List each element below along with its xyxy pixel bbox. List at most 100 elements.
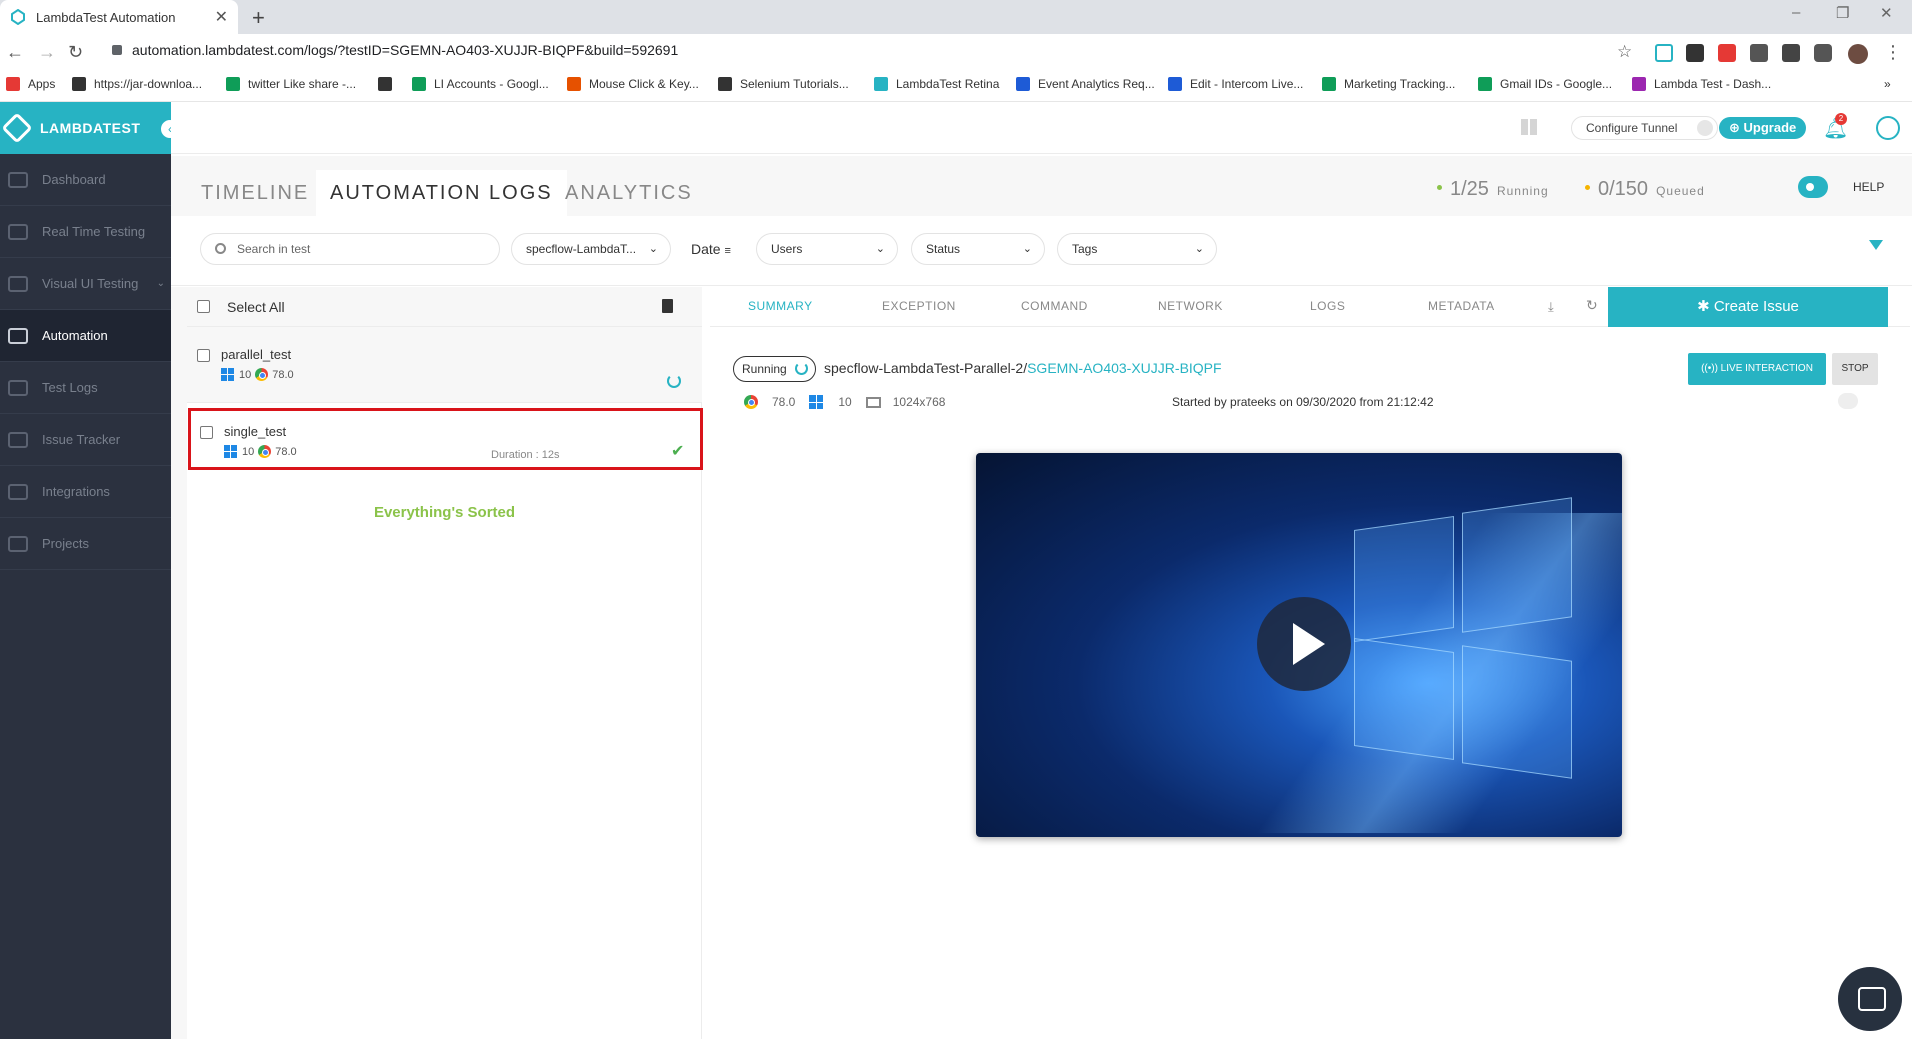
sidebar-item-integrations[interactable]: Integrations (0, 466, 171, 518)
running-count: 1/25 (1450, 178, 1489, 200)
lock-icon[interactable] (1838, 393, 1858, 409)
bookmark-item[interactable]: https://jar-downloa... (72, 77, 202, 91)
user-account-icon[interactable] (1876, 116, 1900, 140)
apps-grid-icon[interactable] (1521, 119, 1537, 135)
filter-funnel-icon[interactable] (1869, 240, 1883, 250)
tab-exception[interactable]: EXCEPTION (882, 299, 956, 313)
new-tab-button[interactable]: + (252, 5, 265, 31)
dashboard-icon (8, 171, 28, 188)
live-interaction-button[interactable]: ((•)) LIVE INTERACTION (1688, 353, 1826, 385)
sidebar-item-test-logs[interactable]: Test Logs (0, 362, 171, 414)
started-by: Started by prateeks on 09/30/2020 from 2… (1172, 395, 1434, 409)
build-dropdown[interactable]: specflow-LambdaT... ⌄ (511, 233, 671, 265)
bookmark-item[interactable]: twitter Like share -... (226, 77, 356, 91)
cube-icon (8, 379, 28, 396)
extension-icon[interactable] (1718, 44, 1736, 62)
test-item-parallel[interactable]: parallel_test 10 78.0 (187, 327, 702, 403)
status-dropdown[interactable]: Status ⌄ (911, 233, 1045, 265)
reload-icon[interactable]: ↻ (68, 42, 83, 63)
create-issue-button[interactable]: ✱ Create Issue (1608, 287, 1888, 327)
tab-summary[interactable]: SUMMARY (748, 299, 813, 313)
profile-avatar[interactable] (1848, 44, 1868, 64)
close-window-icon[interactable]: ✕ (1880, 4, 1893, 22)
puzzle-extensions-icon[interactable] (1814, 44, 1832, 62)
upgrade-button[interactable]: ⊕ Upgrade (1719, 117, 1807, 139)
access-key-icon[interactable] (1798, 176, 1828, 198)
sidebar-item-visual-ui-testing[interactable]: Visual UI Testing ⌄ (0, 258, 171, 310)
folder-icon (8, 535, 28, 552)
bookmark-favicon-icon (72, 77, 86, 91)
tab-command[interactable]: COMMAND (1021, 299, 1088, 313)
bookmark-item[interactable]: Apps (6, 77, 55, 91)
test-checkbox[interactable] (200, 426, 213, 439)
bookmark-item[interactable]: Event Analytics Req... (1016, 77, 1155, 91)
extension-icon-3[interactable] (1782, 44, 1800, 62)
bookmark-item[interactable]: Lambda Test - Dash... (1632, 77, 1771, 91)
refresh-icon[interactable]: ↻ (1586, 297, 1598, 314)
video-window-pane (1462, 497, 1572, 633)
search-placeholder: Search in test (237, 242, 311, 256)
tunnel-toggle[interactable] (1697, 120, 1714, 136)
browser-menu-icon[interactable]: ⋮ (1884, 42, 1902, 63)
tab-metadata[interactable]: METADATA (1428, 299, 1495, 313)
brand[interactable]: LAMBDATEST (0, 102, 171, 154)
browser-tab[interactable]: LambdaTest Automation ✕ (0, 0, 238, 34)
chevron-down-icon: ⌄ (875, 243, 885, 255)
url-field[interactable]: automation.lambdatest.com/logs/?testID=S… (132, 42, 678, 58)
sidebar-item-real-time-testing[interactable]: Real Time Testing (0, 206, 171, 258)
search-icon (215, 243, 226, 254)
tab-timeline[interactable]: TIMELINE (187, 170, 323, 216)
select-all-checkbox[interactable] (197, 300, 210, 313)
tab-analytics[interactable]: ANALYTICS (551, 170, 707, 216)
tab-automation-logs[interactable]: AUTOMATION LOGS (316, 170, 567, 216)
test-checkbox[interactable] (197, 349, 210, 362)
maximize-icon[interactable]: ❐ (1836, 4, 1849, 22)
bookmarks-overflow-icon[interactable]: » (1884, 77, 1891, 91)
download-icon[interactable]: ⤓ (1548, 299, 1554, 315)
queued-dot-icon (1585, 185, 1590, 190)
tab-network[interactable]: NETWORK (1158, 299, 1223, 313)
bookmark-item[interactable]: Marketing Tracking... (1322, 77, 1455, 91)
trash-icon[interactable] (662, 299, 673, 313)
chevron-down-icon: ⌄ (1194, 243, 1204, 255)
lambdatest-extension-icon[interactable] (1655, 44, 1673, 62)
timer-extension-icon[interactable] (1686, 44, 1704, 62)
test-id-link[interactable]: SGEMN-AO403-XUJJR-BIQPF (1027, 360, 1221, 376)
build-dropdown-value: specflow-LambdaT... (526, 242, 637, 256)
bookmark-item[interactable]: Edit - Intercom Live... (1168, 77, 1303, 91)
bookmark-item[interactable]: Gmail IDs - Google... (1478, 77, 1612, 91)
sidebar-item-automation[interactable]: Automation (0, 310, 171, 362)
search-input[interactable]: Search in test (200, 233, 500, 265)
bookmark-item[interactable] (378, 77, 400, 91)
tags-dropdown-value: Tags (1072, 242, 1098, 256)
back-icon[interactable]: ← (6, 42, 24, 63)
extension-icon-2[interactable] (1750, 44, 1768, 62)
minimize-icon[interactable]: – (1792, 4, 1800, 21)
help-link[interactable]: HELP (1853, 180, 1884, 194)
date-filter[interactable]: Date ≡ (691, 241, 731, 257)
sidebar-item-label: Projects (42, 536, 89, 551)
forward-icon[interactable]: → (38, 42, 56, 63)
sidebar-item-issue-tracker[interactable]: Issue Tracker (0, 414, 171, 466)
users-dropdown[interactable]: Users ⌄ (756, 233, 898, 265)
monitor-icon (8, 275, 28, 292)
sidebar-item-projects[interactable]: Projects (0, 518, 171, 570)
close-tab-icon[interactable]: ✕ (215, 7, 228, 27)
test-item-single[interactable]: single_test 10 78.0 Duration : 12s ✔ (188, 408, 703, 470)
chevron-down-icon[interactable]: ⌄ (157, 278, 165, 289)
bug-icon: ✱ (1697, 298, 1710, 315)
stop-button[interactable]: STOP (1832, 353, 1878, 385)
tags-dropdown[interactable]: Tags ⌄ (1057, 233, 1217, 265)
build-title: specflow-LambdaTest-Parallel-2/SGEMN-AO4… (824, 360, 1222, 376)
sidebar-item-dashboard[interactable]: Dashboard (0, 154, 171, 206)
bookmark-item[interactable]: LI Accounts - Googl... (412, 77, 549, 91)
play-icon[interactable] (1257, 597, 1351, 691)
tab-logs[interactable]: LOGS (1310, 299, 1345, 313)
video-player[interactable] (976, 453, 1622, 837)
chat-support-icon[interactable] (1838, 967, 1902, 1031)
configure-tunnel-button[interactable]: Configure Tunnel (1571, 116, 1719, 140)
bookmark-item[interactable]: Selenium Tutorials... (718, 77, 849, 91)
bookmark-item[interactable]: LambdaTest Retina (874, 77, 999, 91)
bookmark-item[interactable]: Mouse Click & Key... (567, 77, 699, 91)
bookmark-star-icon[interactable]: ☆ (1617, 42, 1632, 62)
